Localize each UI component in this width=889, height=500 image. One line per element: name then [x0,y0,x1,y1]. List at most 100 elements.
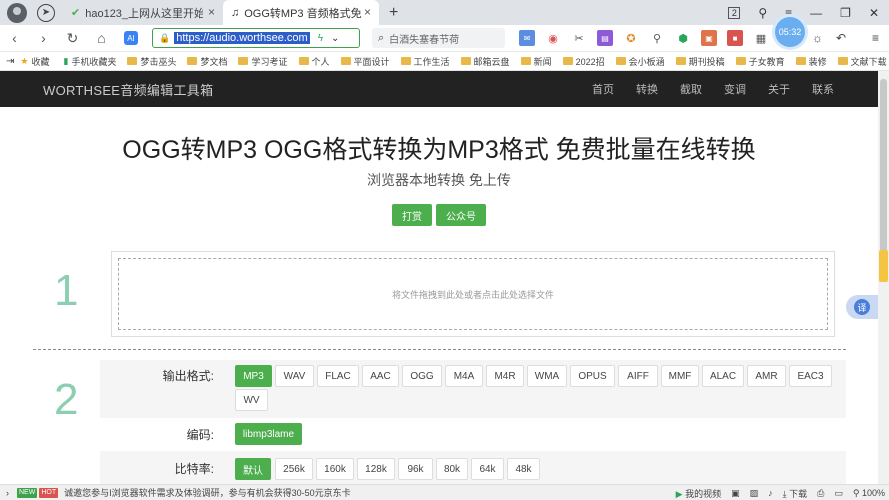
shirt-icon[interactable]: ⚲ [758,6,767,20]
bitrate-option[interactable]: 96k [398,458,433,480]
apps-grid-icon[interactable]: ▦ [753,30,769,46]
bookmark-favorites[interactable]: ★ 收藏 [20,55,49,68]
bookmark-folder[interactable]: 梦击巫头 [127,55,176,68]
bitrate-option[interactable]: 48k [507,458,540,480]
bitrate-option[interactable]: 64k [471,458,504,480]
window-count-badge[interactable]: 2 [728,6,741,19]
nav-convert[interactable]: 转换 [636,81,658,97]
close-icon[interactable]: × [208,5,215,19]
back-icon[interactable]: ‹ [0,30,29,46]
file-dropzone[interactable]: 将文件拖拽到此处或者点击此处选择文件 [118,258,828,330]
format-option[interactable]: WV [235,389,268,411]
nav-contact[interactable]: 联系 [812,81,834,97]
weibo-icon[interactable]: ◉ [545,30,561,46]
scissors-icon[interactable]: ✂ [571,30,587,46]
ai-icon[interactable]: AI [124,31,138,45]
tile-icon[interactable]: ▣ [731,488,740,499]
format-option[interactable]: M4R [486,365,524,387]
shield-icon[interactable]: ⬢ [675,30,691,46]
bitrate-option[interactable]: 128k [357,458,395,480]
bookmark-folder[interactable]: 梦文档 [187,55,227,68]
tab-hao123[interactable]: ✔ hao123_上网从这里开始 × [63,0,223,25]
bitrate-option[interactable]: 160k [316,458,354,480]
scrollbar-thumb[interactable] [880,79,887,264]
minimize-icon[interactable]: — [810,6,822,20]
donate-button[interactable]: 打赏 [392,204,432,226]
format-option[interactable]: WAV [275,365,314,387]
translate-tool-icon[interactable]: ▤ [597,30,613,46]
clock-widget[interactable]: 05:32 [775,17,805,47]
translate-button[interactable]: 译 [846,295,878,319]
format-option[interactable]: EAC3 [789,365,832,387]
tab-ogg-mp3[interactable]: ♫ OGG转MP3 音频格式免费批量 × [223,0,379,25]
bookmark-folder[interactable]: 邮箱云盘 [460,55,510,68]
nav-pitch[interactable]: 变调 [724,81,746,97]
ticker-text[interactable]: 诚邀您参与I浏览器软件需求及体验调研，参与有机会获得30-50元京东卡 [64,486,351,499]
codec-option[interactable]: libmp3lame [235,423,302,445]
format-option[interactable]: FLAC [317,365,359,387]
print-icon[interactable]: ⎙ [817,488,824,499]
forward-icon[interactable]: › [29,30,58,46]
bookmark-folder[interactable]: 学习考证 [238,55,288,68]
download-link[interactable]: ⤓ 下载 [783,487,808,500]
bookmark-folder[interactable]: 工作生活 [400,55,450,68]
bookmark-folder[interactable]: 期刊投稿 [675,55,725,68]
bolt-icon[interactable]: ϟ [318,33,323,44]
bookmark-folder[interactable]: 个人 [298,55,330,68]
user-avatar[interactable] [7,2,27,23]
format-option[interactable]: MMF [661,365,699,387]
home-icon[interactable]: ⌂ [87,30,116,46]
bitrate-option[interactable]: 256k [275,458,313,480]
image-icon[interactable]: ▨ [750,488,759,499]
site-brand[interactable]: WORTHSEE音频编辑工具箱 [43,80,213,99]
wechat-button[interactable]: 公众号 [436,204,486,226]
sidebar-toggle-icon[interactable]: ⇥ [6,56,14,67]
bookmark-folder[interactable]: 文献下载 [837,55,887,68]
more-icon[interactable]: ≡ [872,31,879,45]
bookmark-folder[interactable]: 会小板涵 [615,55,665,68]
bookmark-folder[interactable]: 2022招 [562,55,605,68]
chevron-down-icon[interactable]: ⌄ [331,33,339,44]
format-option[interactable]: AAC [362,365,399,387]
search-tool-icon[interactable]: ⚲ [649,30,665,46]
bitrate-option[interactable]: 80k [436,458,468,480]
format-option[interactable]: WMA [527,365,567,387]
video-app-icon[interactable]: ■ [727,30,743,46]
bookmark-folder[interactable]: 平面设计 [340,55,390,68]
bookmark-folder[interactable]: 新闻 [520,55,552,68]
format-option[interactable]: ALAC [702,365,744,387]
bookmark-folder[interactable]: 子女教育 [735,55,785,68]
nav-home[interactable]: 首页 [592,81,614,97]
search-input[interactable]: ⌕ 白酒失塞春节荷 [372,28,505,48]
audio-icon[interactable]: ♪ [768,488,773,498]
app-icon[interactable]: ▣ [701,30,717,46]
chevron-right-icon[interactable]: › [6,488,9,498]
maximize-icon[interactable]: ❐ [840,6,851,20]
format-option[interactable]: AIFF [618,365,658,387]
bookmark-item[interactable]: ▮ 手机收藏夹 [63,55,116,68]
format-option[interactable]: MP3 [235,365,272,387]
bookmark-folder[interactable]: 装修 [795,55,827,68]
format-option[interactable]: OGG [402,365,442,387]
video-link[interactable]: ▶ 我的视频 [676,487,721,500]
close-icon[interactable]: × [364,5,371,19]
close-window-icon[interactable]: ✕ [869,6,879,20]
mail-icon[interactable]: ✉ [519,30,535,46]
game-icon[interactable]: ✪ [623,30,639,46]
zoom-control[interactable]: ⚲ 100% [853,488,885,499]
format-option[interactable]: OPUS [570,365,615,387]
side-widget-handle[interactable] [879,250,888,282]
url-text[interactable]: https://audio.worthsee.com [174,32,310,44]
nav-cut[interactable]: 截取 [680,81,702,97]
new-tab-icon[interactable]: + [389,4,398,22]
undo-icon[interactable]: ↶ [836,31,846,45]
window-icon[interactable]: ▭ [834,488,843,499]
sun-icon[interactable]: ☼ [812,31,823,45]
address-bar[interactable]: 🔒 https://audio.worthsee.com ϟ ⌄ [152,28,360,48]
send-icon[interactable]: ➤ [37,3,55,22]
format-option[interactable]: AMR [747,365,786,387]
format-option[interactable]: M4A [445,365,483,387]
nav-about[interactable]: 关于 [768,81,790,97]
reload-icon[interactable]: ↻ [58,30,87,47]
bitrate-option[interactable]: 默认 [235,458,271,480]
